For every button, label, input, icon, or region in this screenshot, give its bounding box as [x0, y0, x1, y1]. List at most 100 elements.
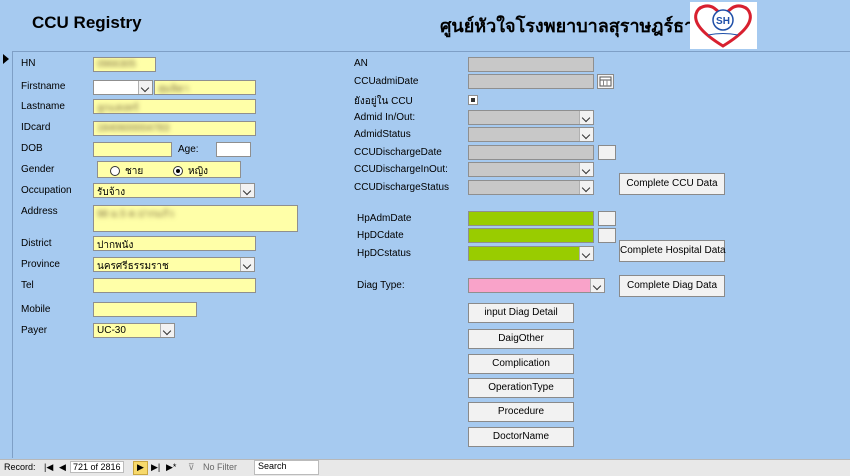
age-field[interactable] [216, 142, 251, 157]
operation-type-button[interactable]: OperationType [468, 378, 574, 398]
idcard-value: 1840600004783 [97, 123, 170, 134]
payer-select[interactable]: UC-30 [93, 323, 175, 338]
still-in-ccu-label: ยังอยู่ใน CCU [354, 96, 413, 107]
ccu-admit-date-field[interactable] [468, 74, 594, 89]
calendar-icon[interactable] [597, 74, 614, 89]
idcard-field[interactable]: 1840600004783 [93, 121, 256, 136]
diag-type-select[interactable] [468, 278, 605, 293]
hospital-logo: SH [690, 2, 757, 49]
current-record-arrow-icon [3, 54, 9, 64]
previous-record-icon[interactable]: ◀ [59, 462, 66, 473]
hn-field[interactable]: 0966305 [93, 57, 156, 72]
dob-field[interactable] [93, 142, 172, 157]
hn-value: 0966305 [97, 59, 136, 70]
age-label: Age: [178, 144, 199, 155]
an-field[interactable] [468, 57, 594, 72]
occupation-label: Occupation [21, 185, 72, 196]
admid-status-select[interactable] [468, 127, 594, 142]
lastname-value: ลูกแสงทร์ [97, 103, 139, 114]
admid-inout-select[interactable] [468, 110, 594, 125]
hp-dc-date-picker-button[interactable] [598, 228, 616, 243]
district-label: District [21, 238, 52, 249]
hp-dc-status-select[interactable] [468, 246, 594, 261]
hp-dc-status-label: HpDCstatus [357, 248, 411, 259]
ccu-discharge-status-label: CCUDischargeStatus [354, 182, 450, 193]
ccu-discharge-inout-select[interactable] [468, 162, 594, 177]
complication-button[interactable]: Complication [468, 354, 574, 374]
svg-text:SH: SH [716, 16, 730, 27]
chevron-down-icon[interactable] [240, 184, 254, 197]
mobile-label: Mobile [21, 304, 51, 315]
hp-adm-date-picker-button[interactable] [598, 211, 616, 226]
procedure-button[interactable]: Procedure [468, 402, 574, 422]
diag-other-button[interactable]: DaigOther [468, 329, 574, 349]
chevron-down-icon[interactable] [160, 324, 174, 337]
first-record-icon[interactable]: |◀ [44, 462, 53, 473]
hp-adm-date-field[interactable] [468, 211, 594, 226]
ccu-discharge-inout-label: CCUDischargeInOut: [354, 164, 448, 175]
ccu-discharge-date-field[interactable] [468, 145, 594, 160]
chevron-down-icon[interactable] [138, 81, 152, 94]
hp-dc-date-label: HpDCdate [357, 230, 404, 241]
radio-checked-icon[interactable] [173, 166, 183, 177]
calendar-picker-icon [599, 76, 612, 87]
occupation-select[interactable]: รับจ้าง [93, 183, 255, 198]
gender-male-option[interactable]: ชาย [110, 164, 143, 177]
address-label: Address [21, 206, 58, 217]
mobile-field[interactable] [93, 302, 197, 317]
address-field[interactable]: 98 ม.5 ต.ปากแก้ว [93, 205, 298, 232]
chevron-down-icon[interactable] [579, 128, 593, 141]
hp-adm-date-label: HpAdmDate [357, 213, 412, 224]
complete-ccu-data-button[interactable]: Complete CCU Data [619, 173, 725, 195]
new-record-icon[interactable]: ▶* [166, 462, 176, 473]
ccu-discharge-date-label: CCUDischargeDate [354, 147, 442, 158]
chevron-down-icon[interactable] [579, 163, 593, 176]
lastname-label: Lastname [21, 101, 65, 112]
chevron-down-icon[interactable] [579, 247, 593, 260]
tel-label: Tel [21, 280, 34, 291]
lastname-field[interactable]: ลูกแสงทร์ [93, 99, 256, 114]
chevron-down-icon[interactable] [579, 181, 593, 194]
doctor-name-button[interactable]: DoctorName [468, 427, 574, 447]
gender-option-group: ชาย หญิง [97, 161, 241, 178]
next-record-icon[interactable]: ▶ [133, 461, 148, 475]
chevron-down-icon[interactable] [579, 111, 593, 124]
record-label: Record: [4, 462, 36, 472]
tel-field[interactable] [93, 278, 256, 293]
last-record-icon[interactable]: ▶| [151, 462, 160, 473]
payer-value: UC-30 [97, 325, 126, 336]
no-filter-label[interactable]: No Filter [203, 462, 237, 472]
firstname-label: Firstname [21, 81, 66, 92]
ccu-discharge-status-select[interactable] [468, 180, 594, 195]
title-prefix-select[interactable] [93, 80, 153, 95]
firstname-field[interactable]: สุมลิตา [154, 80, 256, 95]
an-label: AN [354, 58, 368, 69]
admid-inout-label: Admid In/Out: [354, 112, 416, 123]
province-value: นครศรีธรรมราช [97, 261, 169, 272]
record-position-field[interactable]: 721 of 2816 [70, 461, 124, 473]
chevron-down-icon[interactable] [240, 258, 254, 271]
gender-female-option[interactable]: หญิง [173, 164, 208, 177]
province-select[interactable]: นครศรีธรรมราช [93, 257, 255, 272]
complete-hospital-data-button[interactable]: Complete Hospital Data [619, 240, 726, 262]
app-title: CCU Registry [32, 13, 142, 32]
firstname-value: สุมลิตา [158, 84, 189, 95]
district-field[interactable]: ปากพนัง [93, 236, 256, 251]
still-in-ccu-checkbox[interactable] [468, 95, 478, 105]
filter-icon[interactable]: ⊽ [188, 462, 195, 473]
search-field[interactable]: Search [254, 460, 319, 475]
address-value: 98 ม.5 ต.ปากแก้ว [97, 209, 175, 220]
radio-unchecked-icon[interactable] [110, 166, 120, 177]
input-diag-detail-button[interactable]: input Diag Detail [468, 303, 574, 323]
dob-label: DOB [21, 143, 43, 154]
discharge-date-picker-button[interactable] [598, 145, 616, 160]
occupation-value: รับจ้าง [97, 187, 126, 198]
record-selector[interactable] [0, 51, 13, 458]
record-navigation-bar: Record: |◀ ◀ 721 of 2816 ▶ ▶| ▶* ⊽ No Fi… [0, 459, 850, 476]
complete-diag-data-button[interactable]: Complete Diag Data [619, 275, 725, 297]
idcard-label: IDcard [21, 122, 51, 133]
hn-label: HN [21, 58, 36, 69]
hospital-name: ศูนย์หัวใจโรงพยาบาลสุราษฎร์ธานี [440, 16, 707, 37]
chevron-down-icon[interactable] [590, 279, 604, 292]
hp-dc-date-field[interactable] [468, 228, 594, 243]
